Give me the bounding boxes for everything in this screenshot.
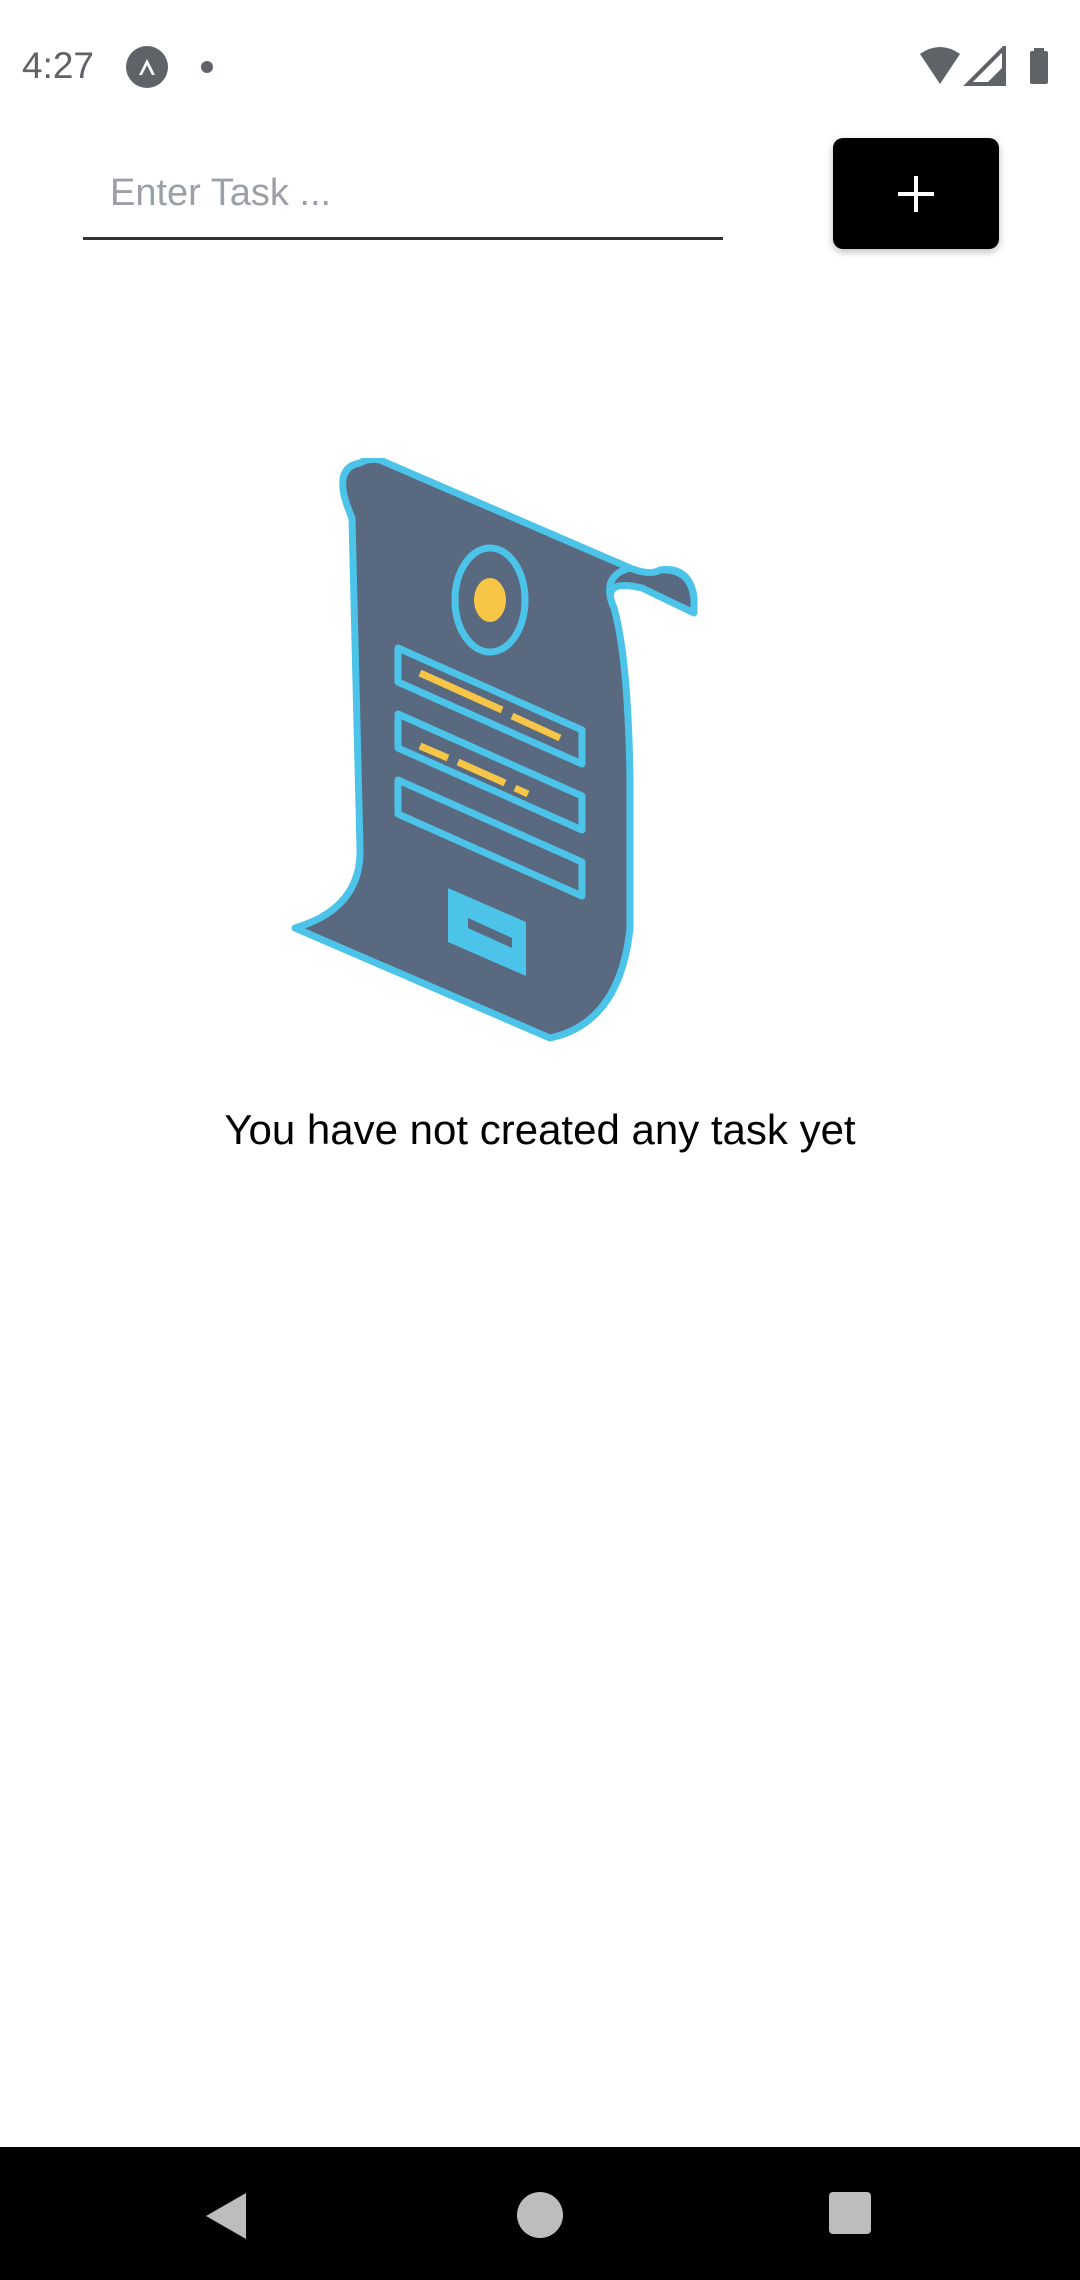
task-input-container xyxy=(83,150,723,240)
battery-icon xyxy=(1030,48,1048,84)
expo-app-icon xyxy=(126,46,168,88)
scroll-document-icon xyxy=(291,458,698,1042)
add-task-button[interactable] xyxy=(833,138,999,249)
empty-state-message: You have not created any task yet xyxy=(224,1106,856,1153)
wifi-icon xyxy=(920,47,960,84)
recents-square-icon[interactable] xyxy=(829,2192,871,2234)
task-input[interactable] xyxy=(83,150,723,237)
navigation-bar xyxy=(0,2147,1080,2280)
back-triangle-icon[interactable] xyxy=(200,2189,254,2243)
notification-dot-icon xyxy=(201,61,213,73)
cell-signal-icon xyxy=(963,46,1006,86)
status-icons xyxy=(920,46,1048,86)
status-bar: 4:27 xyxy=(0,0,1080,132)
plus-icon xyxy=(898,175,934,212)
status-time: 4:27 xyxy=(22,45,95,86)
home-circle-icon[interactable] xyxy=(517,2192,563,2238)
